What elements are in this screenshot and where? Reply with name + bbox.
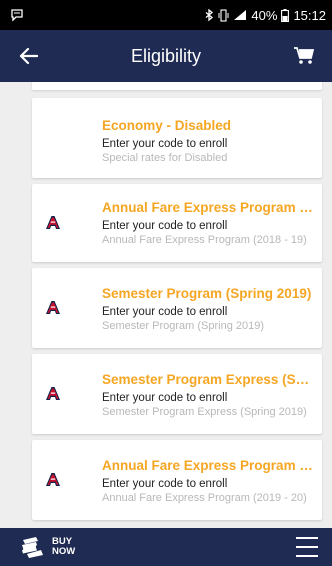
program-card[interactable]: Semester Program (Spring 2019) Enter you… [32,268,322,348]
program-subtitle: Annual Fare Express Program (2018 - 19) [102,234,307,246]
program-card[interactable]: Annual Fare Express Program (201... Ente… [32,184,322,262]
battery-percent: 40% [251,7,278,23]
program-title: Economy - Disabled [102,118,232,133]
cart-icon [294,47,314,64]
program-subtitle: Semester Program (Spring 2019) [102,320,265,332]
clock: 15:12 [293,7,326,23]
university-logo-icon [46,473,60,486]
program-action: Enter your code to enroll [102,392,228,404]
message-icon [10,8,24,22]
program-title: Semester Program Express (Spring... [102,372,314,387]
university-logo-icon [46,216,60,229]
university-logo-icon [46,301,60,314]
program-title: Annual Fare Express Program (201... [102,458,314,473]
program-title: Annual Fare Express Program (201... [102,200,314,215]
program-title: Semester Program (Spring 2019) [102,286,312,301]
program-card[interactable]: Semester Program Express (Spring... Ente… [32,354,322,434]
arrow-left-icon [19,47,38,65]
program-subtitle: Special rates for Disabled [102,152,228,164]
bottom-bar: BUY NOW [0,528,332,566]
program-action: Enter your code to enroll [102,220,228,232]
hamburger-menu-icon[interactable] [296,537,318,557]
menu-line [296,537,318,539]
program-action: Enter your code to enroll [102,306,228,318]
ticket-icon [22,537,43,558]
university-logo-icon [46,387,60,400]
menu-line [296,546,318,548]
program-action: Enter your code to enroll [102,138,228,150]
program-list[interactable]: Economy - Disabled Enter your code to en… [0,82,332,528]
bluetooth-icon [205,8,214,22]
menu-line [296,555,318,557]
battery-icon [281,8,290,22]
program-subtitle: Semester Program Express (Spring 2019) [102,406,307,418]
vibrate-icon [218,8,229,22]
buy-now-button[interactable]: BUY NOW [20,533,76,561]
status-bar: 40% 15:12 [0,0,332,30]
program-card[interactable]: Economy - Disabled Enter your code to en… [32,98,322,178]
app-bar: Eligibility [0,30,332,82]
signal-icon [233,9,247,21]
cart-button[interactable] [290,42,318,70]
list-item-partial[interactable] [32,82,322,90]
program-card[interactable]: Annual Fare Express Program (201... Ente… [32,440,322,520]
program-action: Enter your code to enroll [102,478,228,490]
program-subtitle: Annual Fare Express Program (2019 - 20) [102,492,307,504]
back-button[interactable] [14,42,42,70]
page-title: Eligibility [130,45,202,66]
buy-now-label-line2: NOW [52,546,76,557]
